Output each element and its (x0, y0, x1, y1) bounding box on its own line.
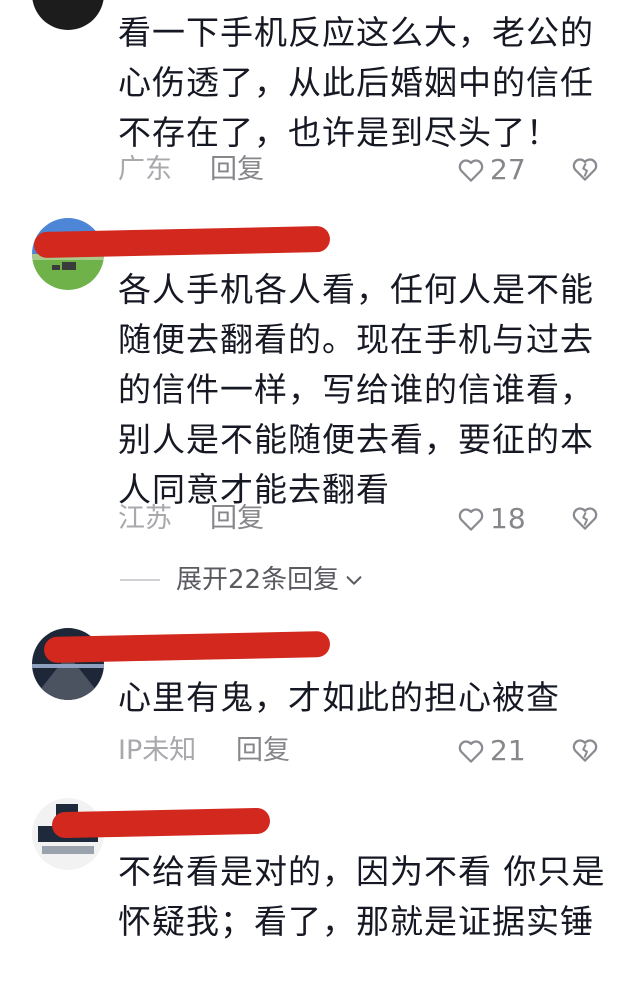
heart-outline-icon (458, 508, 484, 531)
broken-heart-icon[interactable] (570, 503, 600, 533)
comment-location: 江苏 (118, 503, 172, 534)
reply-button[interactable]: 回复 (210, 150, 264, 190)
like-button[interactable]: 18 (456, 499, 526, 539)
broken-heart-icon[interactable] (570, 154, 600, 184)
comment-text: 不给看是对的，因为不看 你只是怀疑我；看了，那就是证据实锤 (118, 852, 606, 941)
broken-heart-icon[interactable] (570, 735, 600, 765)
comment-location: IP未知 (118, 735, 197, 766)
chevron-down-icon (346, 576, 362, 585)
divider-line (120, 579, 160, 581)
heart-outline-icon (458, 159, 484, 182)
comment-meta: 广东 回复 27 (118, 150, 618, 190)
like-button[interactable]: 21 (456, 731, 526, 771)
expand-replies-button[interactable]: 展开22条回复 (120, 560, 365, 600)
heart-outline-icon (458, 740, 484, 763)
comment-location: 广东 (118, 154, 172, 185)
comment-text: 各人手机各人看，任何人是不能随便去翻看的。现在手机与过去的信件一样，写给谁的信谁… (118, 270, 594, 509)
redacted-username (43, 631, 331, 663)
reply-button[interactable]: 回复 (236, 731, 290, 771)
comment-meta: 江苏 回复 18 (118, 499, 618, 539)
like-count: 21 (490, 734, 526, 767)
like-count: 27 (490, 153, 526, 186)
reply-button[interactable]: 回复 (210, 499, 264, 539)
expand-replies-label: 展开22条回复 (176, 565, 340, 595)
like-count: 18 (490, 502, 526, 535)
comment-text: 看一下手机反应这么大，老公的心伤透了，从此后婚姻中的信任不存在了，也许是到尽头了… (118, 13, 594, 152)
comment-meta: IP未知 回复 21 (118, 731, 618, 771)
avatar[interactable] (32, 0, 104, 30)
redacted-username (33, 225, 331, 259)
redacted-username (51, 807, 271, 839)
like-button[interactable]: 27 (456, 150, 526, 190)
comment-text: 心里有鬼，才如此的担心被查 (118, 678, 560, 717)
